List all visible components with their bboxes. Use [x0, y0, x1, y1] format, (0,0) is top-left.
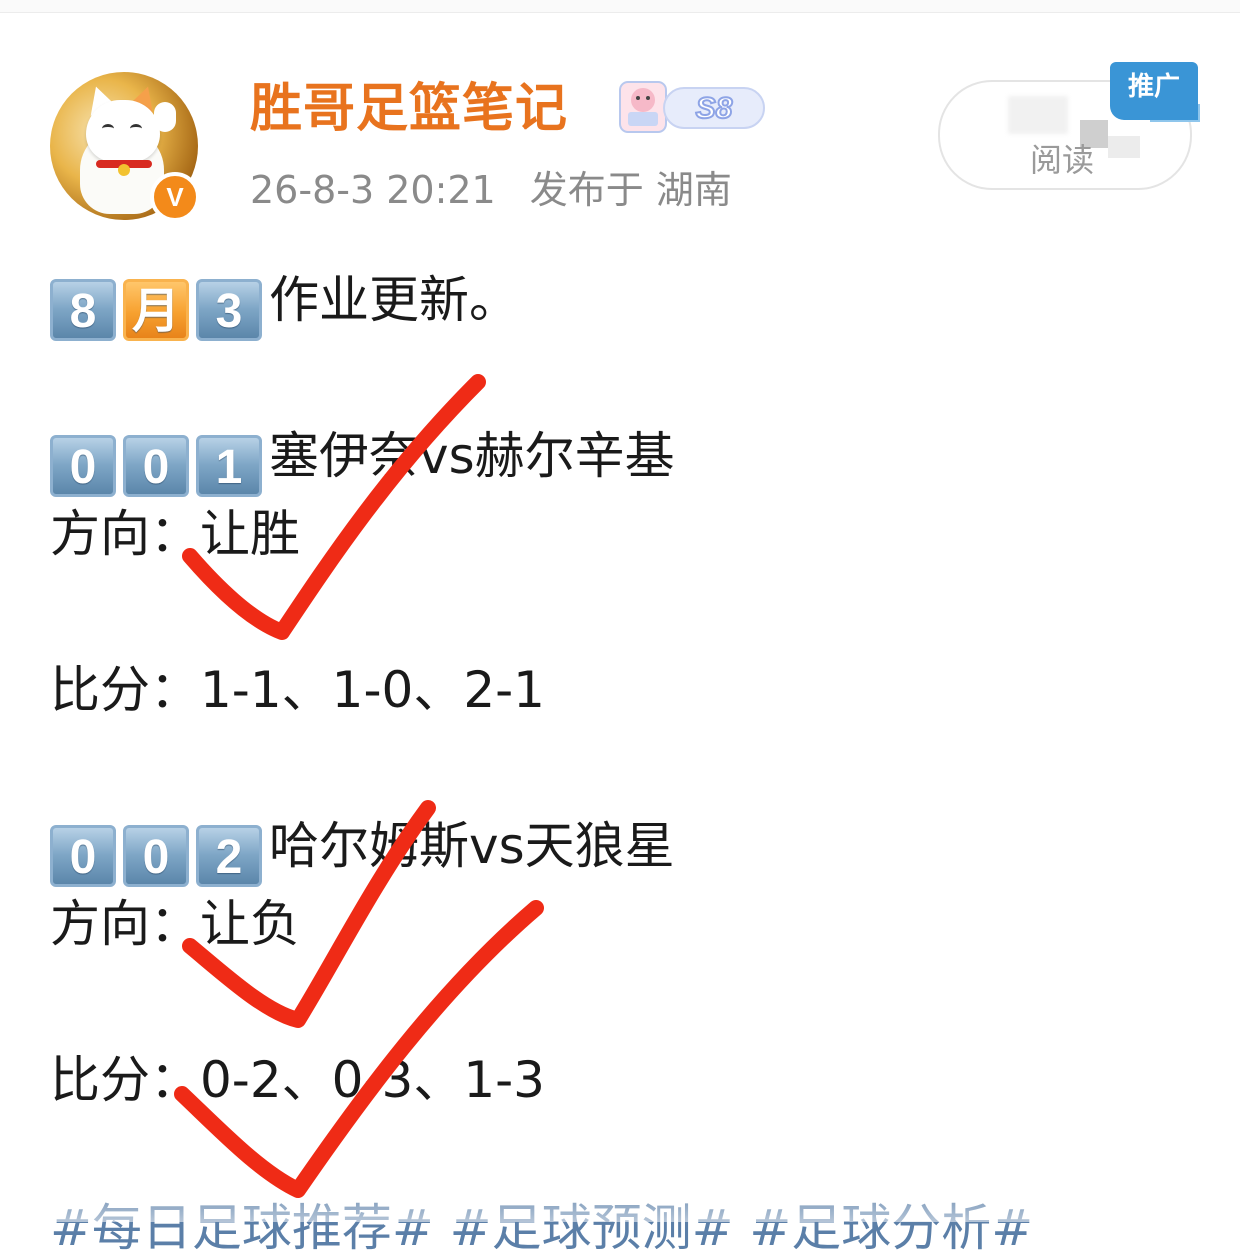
verified-icon: V	[150, 172, 200, 222]
match-2-score: 比分：0-2、0-3、1-3	[50, 1051, 545, 1109]
avatar-paw	[154, 102, 176, 132]
match-2-teams-text: 哈尔姆斯vs天狼星	[269, 817, 675, 875]
keycap-emoji: 8	[50, 279, 116, 341]
match-1-score: 比分：1-1、1-0、2-1	[50, 661, 545, 719]
keycap-emoji: 0	[50, 435, 116, 497]
avatar-cat-head	[86, 100, 160, 162]
mosaic-block	[1108, 136, 1140, 158]
avatar-eye-right	[130, 124, 142, 133]
avatar-bell	[118, 164, 130, 176]
keycap-emoji: 0	[123, 435, 189, 497]
level-badge-icon: S8	[619, 81, 765, 133]
post-timestamp: 26-8-3 20:21	[250, 168, 496, 212]
match-1-teams: 0 0 1 塞伊奈vs赫尔辛基	[50, 424, 675, 497]
match-1-direction: 方向：让胜	[50, 505, 300, 563]
keycap-emoji: 3	[196, 279, 262, 341]
bottom-fade	[0, 1180, 1240, 1222]
keycap-emoji: 0	[123, 825, 189, 887]
match-2-direction: 方向：让负	[50, 895, 300, 953]
avatar-eye-left	[102, 124, 114, 133]
keycap-emoji: 1	[196, 435, 262, 497]
promo-tag[interactable]: 推广	[1110, 62, 1198, 120]
keycap-emoji: 月	[123, 279, 189, 341]
username[interactable]: 胜哥足篮笔记	[250, 76, 568, 142]
top-divider	[0, 0, 1240, 13]
read-count-obscured	[1008, 96, 1068, 134]
match-2-teams: 0 0 2 哈尔姆斯vs天狼星	[50, 814, 675, 887]
read-label: 阅读	[1030, 141, 1095, 179]
match-1-teams-text: 塞伊奈vs赫尔辛基	[269, 427, 675, 485]
post-title-text: 作业更新。	[269, 271, 519, 329]
post-meta: 26-8-3 20:21 发布于 湖南	[250, 166, 732, 214]
post-location: 发布于 湖南	[529, 168, 732, 212]
level-badge-text: S8	[696, 92, 733, 125]
keycap-emoji: 2	[196, 825, 262, 887]
keycap-emoji: 0	[50, 825, 116, 887]
post-title: 8 月 3 作业更新。	[50, 268, 519, 341]
